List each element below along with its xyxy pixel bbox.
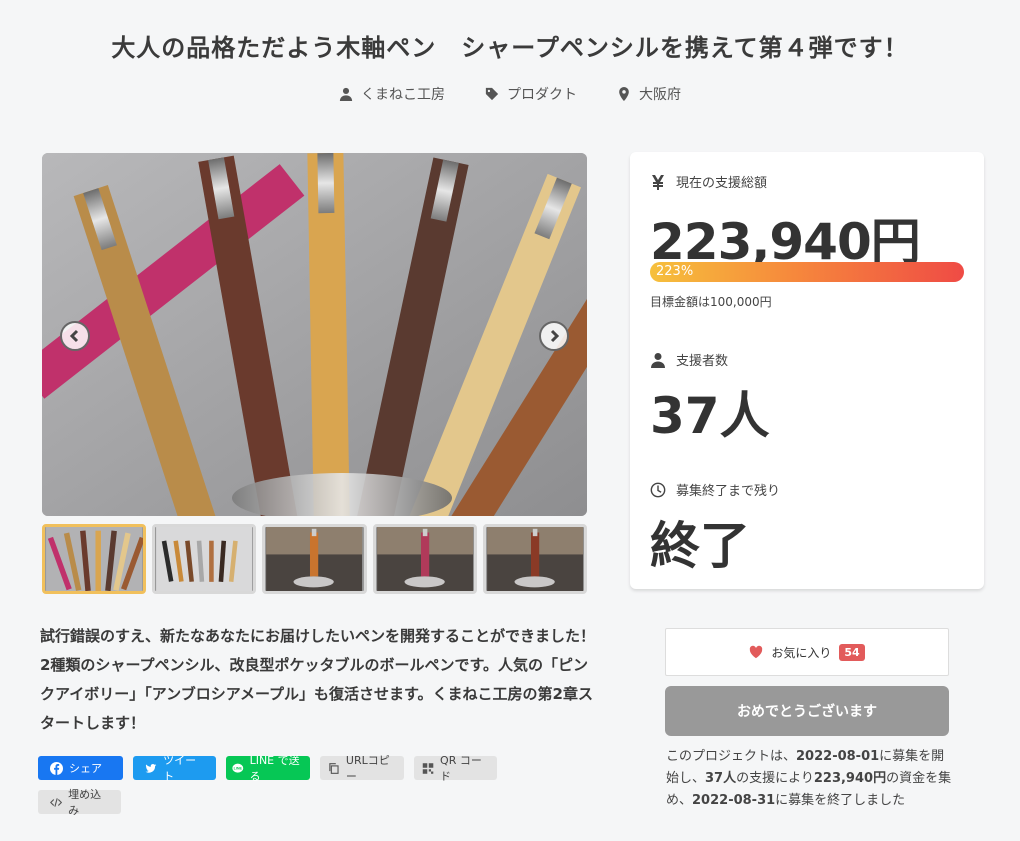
qr-code-label: QR コード: [440, 754, 482, 783]
backers-heading: 支援者数: [650, 350, 728, 369]
heart-icon: [750, 645, 763, 659]
qr-code-icon: [422, 762, 434, 774]
qr-code-button[interactable]: QR コード: [414, 754, 497, 783]
goal-amount: 目標金額は100,000円: [650, 295, 772, 309]
facebook-icon: [50, 761, 63, 775]
thumbnail-5[interactable]: [482, 524, 588, 594]
url-copy-label: URLコピー: [345, 754, 390, 783]
remaining-label: 募集終了まで残り: [676, 484, 781, 499]
remaining-heading: 募集終了まで残り: [650, 480, 780, 499]
meta-category-label: プロダクト: [507, 87, 577, 103]
twitter-share-button[interactable]: ツイート: [133, 754, 216, 783]
amount-heading: 現在の支援総額: [650, 172, 767, 191]
user-icon: [339, 87, 353, 101]
line-share-button[interactable]: LINE LINE で送る: [226, 754, 310, 783]
thumbnail-3[interactable]: [262, 524, 367, 594]
chevron-left-icon: [69, 329, 79, 343]
thumbnail-4[interactable]: [372, 524, 477, 594]
thumbnail-2[interactable]: [152, 524, 257, 594]
summary-amount: 223,940円: [813, 771, 887, 786]
progress-bar: 223%: [650, 262, 964, 282]
summary-mid2: の支援により: [736, 771, 814, 786]
project-description: 試行錯誤のすえ、新たなあなたにお届けしたいペンを開発することができました！2種類…: [40, 627, 596, 732]
line-icon: LINE: [232, 763, 244, 773]
summary-suffix: に募集を終了しました: [775, 793, 906, 808]
project-title: 大人の品格ただよう木軸ペン シャープペンシルを携えて第４弾です！: [111, 34, 909, 62]
pens-photo: [42, 153, 587, 516]
meta-owner-label: くまねこ工房: [361, 87, 445, 103]
twitter-icon: [145, 763, 157, 773]
chevron-right-icon: [550, 329, 560, 343]
amount-label: 現在の支援総額: [676, 176, 768, 191]
thumbnail-strip: [42, 524, 588, 596]
copy-icon: [329, 762, 339, 774]
project-meta: くまねこ工房 プロダクト 大阪府: [0, 84, 1020, 104]
progress-text: 223%: [656, 264, 694, 279]
user-icon: [651, 352, 665, 368]
thumbnail-2-image: [156, 527, 253, 591]
project-status-button[interactable]: おめでとうございます: [665, 686, 949, 736]
code-icon: [50, 797, 63, 807]
url-copy-button[interactable]: URLコピー: [320, 754, 404, 783]
summary-start-date: 2022-08-01: [796, 749, 880, 764]
funding-stats-card: 現在の支援総額 223,940円 223% 目標金額は100,000円 支援者数…: [630, 152, 984, 589]
backers-value: 37人: [650, 387, 770, 445]
meta-owner[interactable]: くまねこ工房: [339, 84, 445, 104]
share-buttons: シェア ツイート LINE LINE で送る URLコピー QR コード 埋め込…: [38, 754, 578, 817]
backers-label: 支援者数: [676, 354, 729, 369]
svg-text:LINE: LINE: [234, 766, 243, 770]
summary-prefix: このプロジェクトは、: [666, 749, 797, 764]
location-pin-icon: [619, 87, 629, 101]
summary-end-date: 2022-08-31: [692, 793, 776, 808]
favorite-count-badge: 54: [839, 643, 865, 661]
favorite-label: お気に入り: [771, 645, 832, 660]
embed-label: 埋め込み: [68, 788, 102, 817]
main-image: [42, 153, 587, 516]
thumbnail-1[interactable]: [42, 524, 147, 594]
thumbnail-5-image: [486, 527, 583, 591]
thumbnail-4-image: [376, 527, 473, 591]
thumbnail-3-image: [266, 527, 363, 591]
meta-category[interactable]: プロダクト: [485, 84, 577, 104]
next-image-button[interactable]: [539, 321, 569, 351]
yen-icon: [652, 174, 664, 190]
tag-icon: [485, 87, 499, 101]
meta-location[interactable]: 大阪府: [617, 84, 681, 104]
clock-icon: [650, 482, 666, 497]
thumbnail-1-image: [46, 527, 144, 591]
line-share-label: LINE で送る: [249, 754, 300, 783]
summary-backers: 37人: [705, 771, 737, 786]
twitter-share-label: ツイート: [163, 754, 197, 783]
remaining-value: 終了: [650, 517, 750, 575]
facebook-share-label: シェア: [69, 762, 102, 775]
favorite-button[interactable]: お気に入り 54: [665, 628, 949, 676]
prev-image-button[interactable]: [60, 321, 90, 351]
facebook-share-button[interactable]: シェア: [38, 756, 123, 780]
project-summary: このプロジェクトは、2022-08-01に募集を開始し、37人の支援により223…: [666, 746, 956, 812]
embed-button[interactable]: 埋め込み: [38, 788, 121, 817]
meta-location-label: 大阪府: [639, 87, 681, 103]
